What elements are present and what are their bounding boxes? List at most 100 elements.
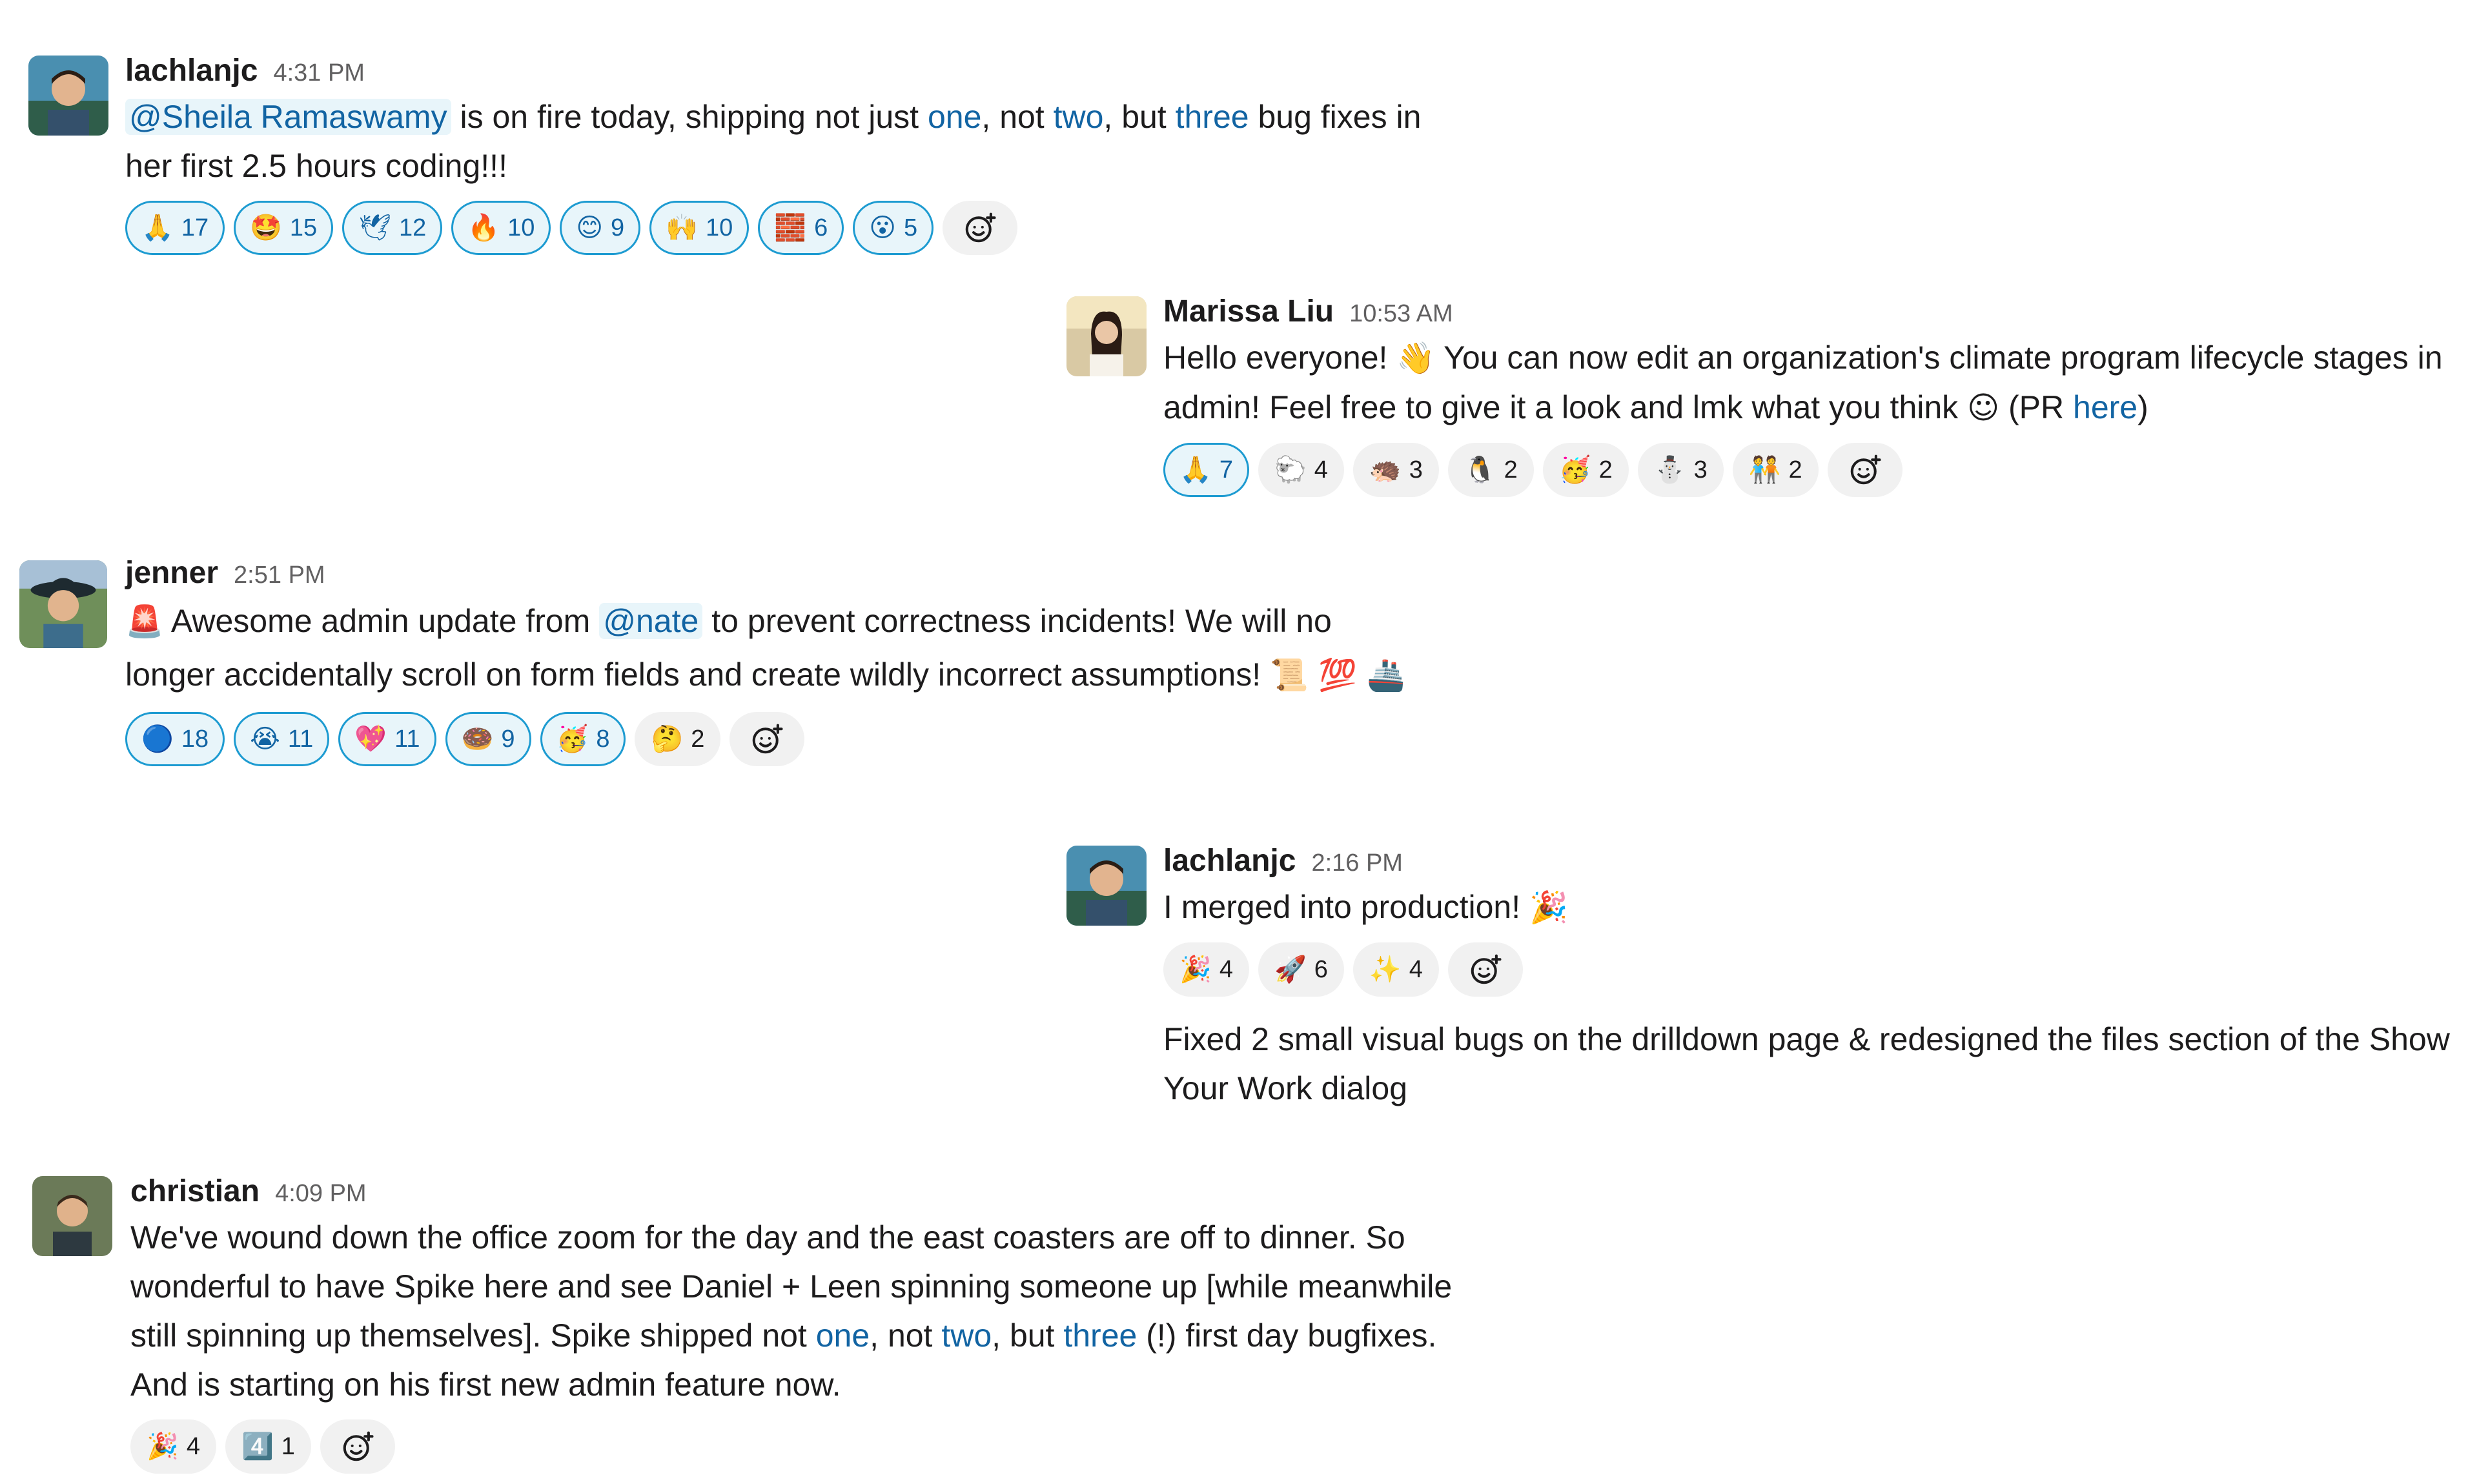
author-name[interactable]: lachlanjc (1163, 843, 1296, 879)
reaction-pill[interactable]: ✨ 4 (1352, 942, 1439, 997)
reaction-pill[interactable]: 🐧 2 (1447, 443, 1534, 497)
avatar[interactable] (32, 1176, 112, 1256)
reaction-emoji-icon: 🧑‍🤝‍🧑 (1748, 455, 1781, 485)
message-text: I merged into production! 🎉 (1163, 882, 2479, 932)
reaction-pill[interactable]: 🙏 7 (1163, 443, 1249, 497)
reaction-emoji-icon: 🙏 (1179, 455, 1212, 485)
reaction-pill[interactable]: 🧱 6 (758, 201, 844, 255)
timestamp[interactable]: 10:53 AM (1349, 300, 1453, 328)
reaction-emoji-icon: 🤔 (651, 724, 684, 754)
reaction-count: 15 (289, 214, 318, 241)
reaction-count: 4 (1409, 955, 1423, 983)
party-emoji: 🎉 (1529, 889, 1568, 926)
timestamp[interactable]: 2:51 PM (234, 562, 325, 589)
siren-emoji: 🚨 (125, 604, 164, 640)
reaction-count: 17 (181, 214, 209, 241)
text-segment: to prevent correctness incidents! We wil… (702, 603, 1332, 639)
link[interactable]: one (816, 1317, 870, 1354)
mention-link[interactable]: @Sheila Ramaswamy (125, 99, 451, 135)
text-segment: (PR (1999, 389, 2074, 425)
message-text: 🚨 Awesome admin update from @nate to pre… (125, 595, 1610, 702)
add-reaction-icon (750, 722, 784, 757)
add-reaction-button[interactable] (1447, 942, 1523, 997)
reaction-pill[interactable]: 😮 5 (853, 201, 934, 255)
avatar[interactable] (1066, 296, 1147, 376)
reaction-bar: 🔵 18 😭 11 💖 11 🍩 9 🥳 8 🤔 2 (125, 712, 1610, 766)
reaction-count: 2 (1504, 456, 1518, 483)
text-segment: , but (992, 1317, 1064, 1354)
reaction-pill[interactable]: 🙌 10 (649, 201, 750, 255)
mention-link[interactable]: @nate (599, 603, 703, 639)
reaction-pill[interactable]: 🤔 2 (635, 712, 721, 766)
reaction-count: 3 (1693, 456, 1708, 483)
reaction-pill[interactable]: 🎉 4 (1163, 942, 1249, 997)
reaction-pill[interactable]: 🥳 8 (540, 712, 626, 766)
author-name[interactable]: lachlanjc (125, 53, 258, 88)
reaction-count: 8 (596, 725, 610, 753)
reaction-pill[interactable]: 😊 9 (560, 201, 641, 255)
link[interactable]: three (1176, 99, 1249, 135)
reaction-emoji-icon: 🐑 (1274, 455, 1307, 485)
message-text: @Sheila Ramaswamy is on fire today, ship… (125, 92, 1481, 190)
reaction-pill[interactable]: 🐑 4 (1258, 443, 1344, 497)
link[interactable]: one (928, 99, 981, 135)
reaction-emoji-icon: 🔵 (141, 724, 174, 754)
reaction-pill[interactable]: 🔥 10 (451, 201, 551, 255)
add-reaction-button[interactable] (1827, 443, 1903, 497)
reaction-count: 4 (186, 1432, 200, 1460)
link[interactable]: three (1063, 1317, 1137, 1354)
reaction-emoji-icon: 🙌 (666, 213, 698, 243)
reaction-pill[interactable]: 🕊 12 (342, 201, 443, 255)
text-segment: , but (1103, 99, 1176, 135)
reaction-pill[interactable]: 🚀 6 (1258, 942, 1344, 997)
link[interactable]: two (1054, 99, 1104, 135)
reaction-count: 18 (181, 725, 209, 753)
reaction-pill[interactable]: 😭 11 (234, 712, 330, 766)
reaction-count: 7 (1219, 456, 1233, 483)
text-segment: longer accidentally scroll on form field… (125, 656, 1270, 693)
reaction-emoji-icon: 💖 (354, 724, 387, 754)
reaction-pill[interactable]: 🤩 15 (234, 201, 334, 255)
add-reaction-icon (1848, 452, 1882, 487)
author-name[interactable]: christian (130, 1174, 260, 1209)
wave-emoji: 👋 (1396, 340, 1436, 376)
reaction-pill[interactable]: 4️⃣ 1 (225, 1419, 311, 1474)
add-reaction-button[interactable] (943, 201, 1018, 255)
avatar[interactable] (19, 560, 107, 648)
reaction-emoji-icon: ✨ (1369, 955, 1402, 984)
timestamp[interactable]: 4:31 PM (273, 59, 365, 87)
text-line: Your Work dialog (1163, 1070, 1408, 1106)
add-reaction-icon (963, 210, 997, 245)
reaction-pill[interactable]: 🧑‍🤝‍🧑 2 (1732, 443, 1819, 497)
reaction-pill[interactable]: 🍩 9 (445, 712, 531, 766)
author-name[interactable]: jenner (125, 555, 218, 591)
add-reaction-icon (1468, 952, 1503, 987)
reaction-count: 1 (281, 1432, 295, 1460)
reaction-emoji-icon: ⛄ (1653, 455, 1686, 485)
reaction-count: 2 (1788, 456, 1802, 483)
reaction-pill[interactable]: 🎉 4 (130, 1419, 216, 1474)
followup-message: Fixed 2 small visual bugs on the drilldo… (1163, 1015, 2479, 1113)
reaction-bar: 🙏 7 🐑 4 🦔 3 🐧 2 🥳 2 ⛄ 3 🧑‍🤝‍🧑 2 (1163, 443, 2479, 497)
avatar[interactable] (1066, 846, 1147, 926)
reaction-count: 2 (1598, 456, 1613, 483)
reaction-emoji-icon: 🎉 (1179, 955, 1212, 984)
reaction-count: 6 (814, 214, 828, 241)
add-reaction-button[interactable] (320, 1419, 395, 1474)
timestamp[interactable]: 4:09 PM (275, 1180, 367, 1208)
reaction-pill[interactable]: ⛄ 3 (1637, 443, 1724, 497)
reaction-emoji-icon: 🥳 (556, 724, 589, 754)
author-name[interactable]: Marissa Liu (1163, 294, 1334, 329)
reaction-pill[interactable]: 🥳 2 (1542, 443, 1629, 497)
add-reaction-button[interactable] (729, 712, 805, 766)
timestamp[interactable]: 2:16 PM (1311, 849, 1403, 877)
reaction-pill[interactable]: 💖 11 (338, 712, 436, 766)
avatar[interactable] (28, 56, 108, 136)
link[interactable]: two (941, 1317, 992, 1354)
reaction-pill[interactable]: 🙏 17 (125, 201, 225, 255)
reaction-pill[interactable]: 🔵 18 (125, 712, 225, 766)
pr-link[interactable]: here (2073, 389, 2137, 425)
text-segment: Awesome admin update from (163, 603, 600, 639)
message-text: Hello everyone! 👋 You can now edit an or… (1163, 333, 2479, 432)
reaction-pill[interactable]: 🦔 3 (1352, 443, 1439, 497)
